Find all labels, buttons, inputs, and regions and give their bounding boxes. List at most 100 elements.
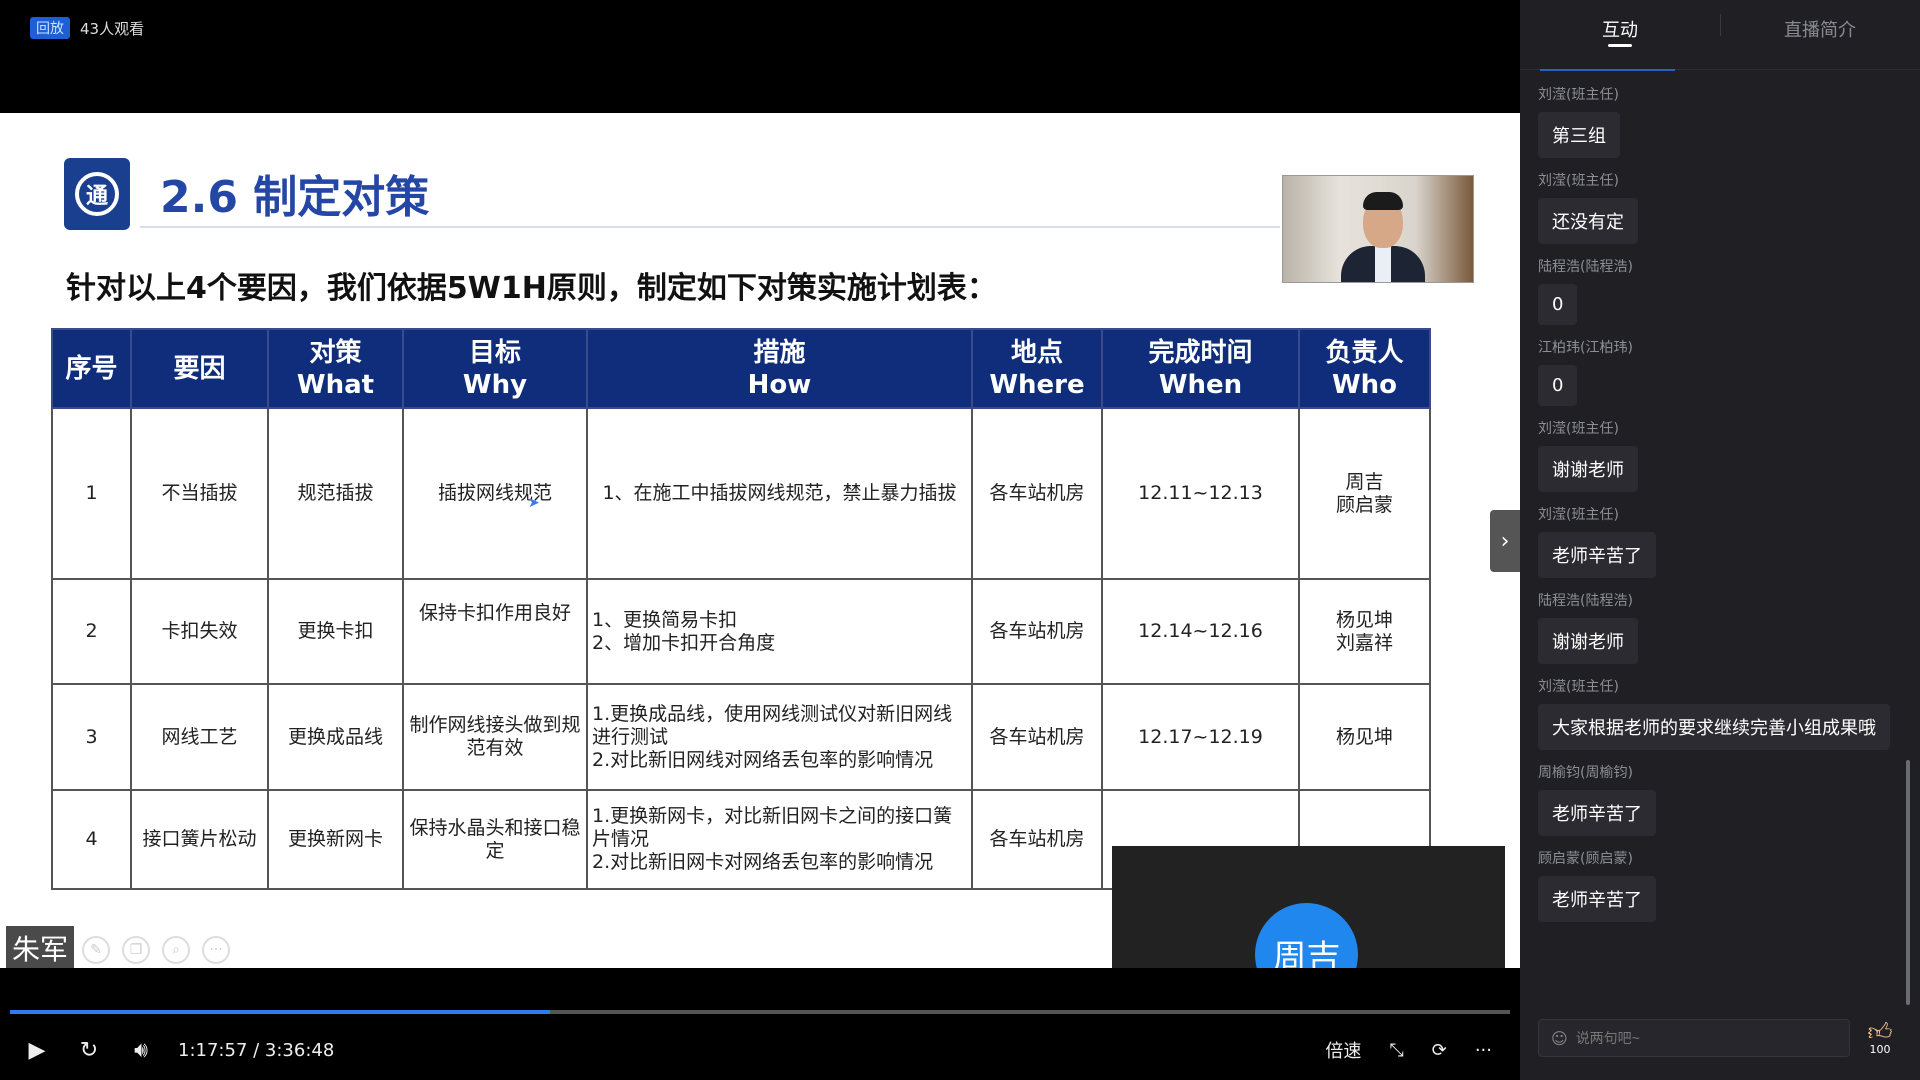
countermeasure-table: 序号 要因 对策 What 目标 Why 措施 How 地点 Where 完成时间 Whe… <box>51 328 1431 890</box>
message-user: 江柏玮(江柏玮) <box>1538 340 1633 356</box>
chat-message: 陆程浩(陆程浩) 谢谢老师 <box>1538 590 1908 664</box>
chat-message: 刘滢(班主任) 谢谢老师 <box>1538 418 1908 492</box>
header-cause: 要因 <box>130 328 269 409</box>
title-divider <box>140 226 1280 228</box>
message-user: 刘滢(班主任) <box>1538 421 1619 437</box>
chevron-right-icon[interactable]: › <box>1490 510 1520 572</box>
header-who: 负责人 Who <box>1298 328 1431 409</box>
cell-why: 插拔网线规范 <box>402 407 588 580</box>
header-what: 对策 What <box>267 328 404 409</box>
play-icon[interactable]: ▶ <box>22 1038 52 1063</box>
speed-button[interactable]: 倍速 <box>1325 1037 1361 1063</box>
chat-scrollbar[interactable] <box>1906 760 1910 1005</box>
chat-message: 刘滢(班主任) 老师辛苦了 <box>1538 504 1908 578</box>
side-tabs: 互动 直播简介 <box>1520 0 1920 71</box>
cell-what: 更换新网卡 <box>267 789 404 890</box>
rotate-icon[interactable]: ⟳ <box>1432 1040 1447 1061</box>
table-header-row: 序号 要因 对策 What 目标 Why 措施 How 地点 Where 完成时间 Whe… <box>51 328 1431 409</box>
chat-messages: 刘滢(班主任) 第三组 刘滢(班主任) 还没有定 陆程浩(陆程浩) 0 江柏玮(江柏玮… <box>1538 84 1908 934</box>
replay-badge: 回放 <box>30 17 70 39</box>
cell-why: 制作网线接头做到规 范有效 <box>402 683 588 791</box>
message-text: 谢谢老师 <box>1538 618 1638 664</box>
message-text: 谢谢老师 <box>1538 446 1638 492</box>
cell-when: 12.14~12.16 <box>1101 578 1300 685</box>
viewer-count: 43人观看 <box>80 19 145 38</box>
header-when: 完成时间 When <box>1101 328 1300 409</box>
live-replay-app: 回放 43人观看 通 2.6 制定对策 针对以上4个要因，我们依据5W1H原则，… <box>0 0 1920 1080</box>
message-user: 刘滢(班主任) <box>1538 173 1619 189</box>
smile-icon[interactable]: ☺ <box>1551 1029 1568 1048</box>
more-icon[interactable]: ··· <box>202 936 230 964</box>
speaker-video-tile: 周吉 周吉 <box>1112 846 1505 968</box>
side-panel: 互动 直播简介 刘滢(班主任) 第三组 刘滢(班主任) 还没有定 陆程浩(陆程浩) 0… <box>1520 0 1920 1080</box>
more-icon[interactable]: ··· <box>1475 1040 1492 1061</box>
slide-title: 2.6 制定对策 <box>160 172 430 223</box>
table-row: 1 不当插拔 规范插拔 插拔网线规范 1、在施工中插拔网线规范，禁止暴力插拔 各… <box>51 407 1431 580</box>
cell-no: 3 <box>51 683 132 791</box>
thumbs-up-icon[interactable]: 👍︎ 100 <box>1862 1018 1898 1056</box>
cell-how: 1.更换新网卡，对比新旧网卡之间的接口簧 片情况 2.对比新旧网卡对网络丢包率的影响… <box>586 789 973 890</box>
chat-input-box: ☺ <box>1538 1019 1850 1057</box>
cell-where: 各车站机房 <box>971 407 1103 580</box>
like-count: 100 <box>1869 1043 1891 1056</box>
zoom-icon[interactable]: ⌕ <box>162 936 190 964</box>
cell-what: 更换成品线 <box>267 683 404 791</box>
fullscreen-exit-icon[interactable]: ⤡ <box>1389 1040 1403 1061</box>
cell-when: 12.17~12.19 <box>1101 683 1300 791</box>
cell-no: 2 <box>51 578 132 685</box>
pen-icon[interactable]: ✎ <box>82 936 110 964</box>
chat-message: 周榆钧(周榆钧) 老师辛苦了 <box>1538 762 1908 836</box>
cell-cause: 不当插拔 <box>130 407 269 580</box>
progress-fill <box>10 1010 550 1014</box>
chat-message: 陆程浩(陆程浩) 0 <box>1538 256 1908 325</box>
cell-cause: 卡扣失效 <box>130 578 269 685</box>
table-row: 3 网线工艺 更换成品线 制作网线接头做到规 范有效 1.更换成品线，使用网线测试… <box>51 683 1431 791</box>
cell-where: 各车站机房 <box>971 789 1103 890</box>
table-row: 2 卡扣失效 更换卡扣 保持卡扣作用良好 1、更换简易卡扣 2、增加卡扣开合角度 … <box>51 578 1431 685</box>
cell-who: 周吉 顾启蒙 <box>1298 407 1431 580</box>
player-controls: ▶ ↻ 🔊︎ 1:17:57 / 3:36:48 倍速 ⤡ ⟳ ··· <box>0 1020 1520 1080</box>
header-why: 目标 Why <box>402 328 588 409</box>
message-text: 大家根据老师的要求继续完善小组成果哦 <box>1538 704 1890 750</box>
replay-icon[interactable]: ↻ <box>74 1038 104 1063</box>
tab-live-intro[interactable]: 直播简介 <box>1720 0 1920 69</box>
chat-message: 刘滢(班主任) 第三组 <box>1538 84 1908 158</box>
chat-message: 刘滢(班主任) 还没有定 <box>1538 170 1908 244</box>
slide-logo: 通 <box>64 158 130 230</box>
cell-what: 更换卡扣 <box>267 578 404 685</box>
mouse-cursor-icon: ➤ <box>528 495 540 511</box>
volume-icon[interactable]: 🔊︎ <box>126 1038 156 1063</box>
header-where: 地点 Where <box>971 328 1103 409</box>
message-text: 还没有定 <box>1538 198 1638 244</box>
chat-message: 顾启蒙(顾启蒙) 老师辛苦了 <box>1538 848 1908 922</box>
header-no: 序号 <box>51 328 132 409</box>
logo-mark: 通 <box>75 172 119 216</box>
cell-what: 规范插拔 <box>267 407 404 580</box>
whiteboard-tools: ✎ ❐ ⌕ ··· <box>82 936 230 964</box>
message-text: 第三组 <box>1538 112 1620 158</box>
slide-subtitle: 针对以上4个要因，我们依据5W1H原则，制定如下对策实施计划表： <box>66 271 997 306</box>
message-user: 周榆钧(周榆钧) <box>1538 765 1633 781</box>
message-text: 老师辛苦了 <box>1538 876 1656 922</box>
message-user: 刘滢(班主任) <box>1538 679 1619 695</box>
cell-who: 杨见坤 <box>1298 683 1431 791</box>
chat-message: 江柏玮(江柏玮) 0 <box>1538 337 1908 406</box>
teacher-camera-feed <box>1282 175 1474 283</box>
message-text: 0 <box>1538 284 1578 325</box>
message-user: 刘滢(班主任) <box>1538 507 1619 523</box>
message-user: 陆程浩(陆程浩) <box>1538 259 1633 275</box>
chat-input[interactable] <box>1575 1030 1826 1046</box>
cell-how: 1.更换成品线，使用网线测试仪对新旧网线 进行测试 2.对比新旧网线对网络丢包率的影… <box>586 683 973 791</box>
cell-how: 1、更换简易卡扣 2、增加卡扣开合角度 <box>586 578 973 685</box>
top-bar: 回放 43人观看 <box>0 0 1520 56</box>
copy-icon[interactable]: ❐ <box>122 936 150 964</box>
message-user: 陆程浩(陆程浩) <box>1538 593 1633 609</box>
progress-bar[interactable] <box>10 1010 1510 1014</box>
cell-when: 12.11~12.13 <box>1101 407 1300 580</box>
cell-where: 各车站机房 <box>971 683 1103 791</box>
cell-why: 保持卡扣作用良好 <box>402 578 588 685</box>
cell-no: 1 <box>51 407 132 580</box>
tab-interaction[interactable]: 互动 <box>1520 0 1720 69</box>
cell-cause: 网线工艺 <box>130 683 269 791</box>
message-text: 老师辛苦了 <box>1538 532 1656 578</box>
